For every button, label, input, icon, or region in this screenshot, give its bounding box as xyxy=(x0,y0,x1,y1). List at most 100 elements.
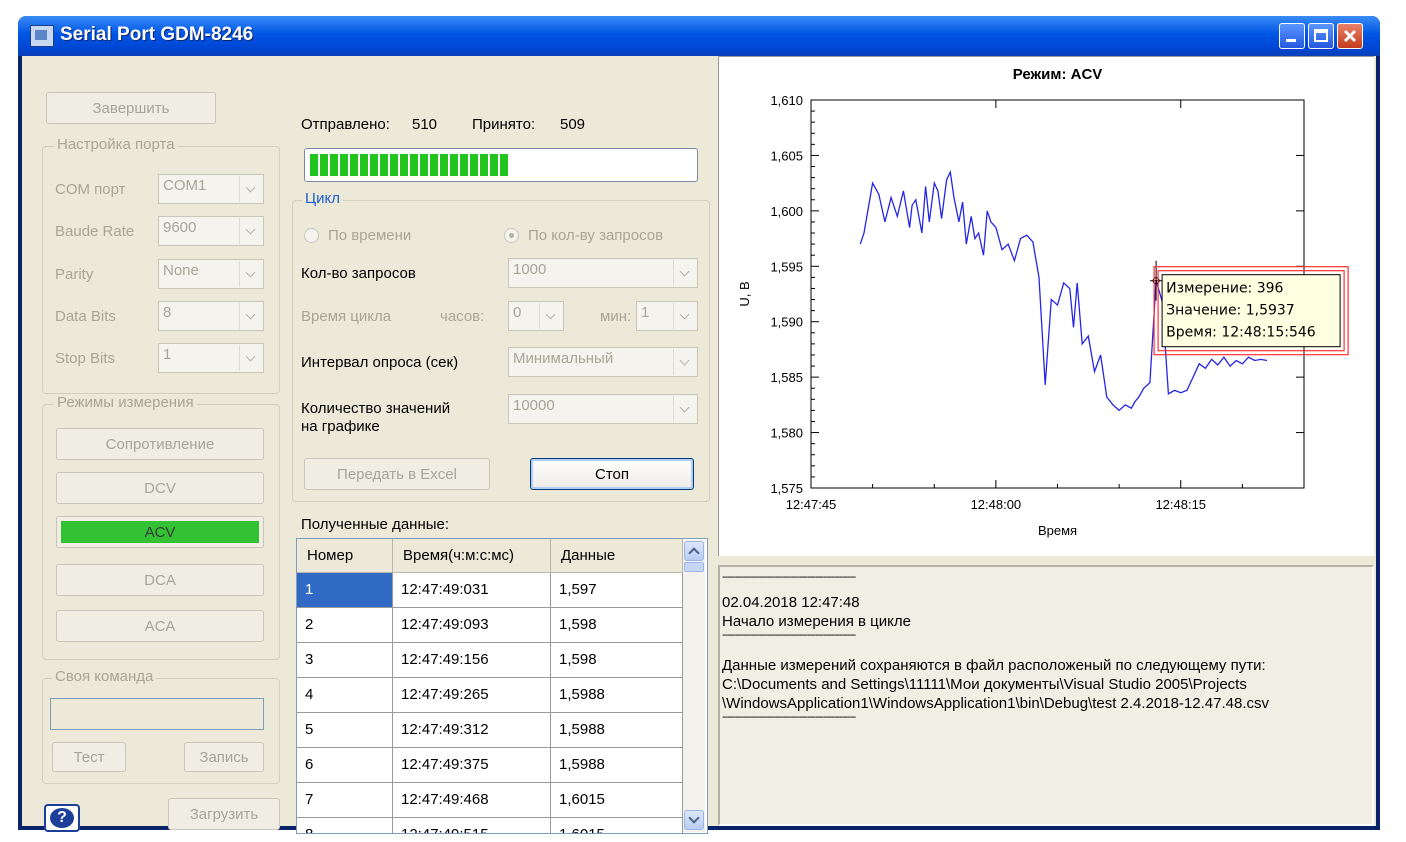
cell-time[interactable]: 12:47:49:468 xyxy=(393,783,551,818)
cell-data[interactable]: 1,598 xyxy=(551,643,683,678)
cell-data[interactable]: 1,5988 xyxy=(551,713,683,748)
parity-select[interactable]: None xyxy=(158,259,264,289)
com-port-select[interactable]: COM1 xyxy=(158,174,264,204)
cell-number[interactable]: 8 xyxy=(297,818,393,833)
mode-dca-button[interactable]: DCA xyxy=(56,564,264,596)
custom-command-input[interactable] xyxy=(50,698,264,730)
progress-segment xyxy=(430,154,438,176)
baud-rate-select[interactable]: 9600 xyxy=(158,216,264,246)
radio-by-count-label: По кол-ву запросов xyxy=(528,227,664,244)
parity-label: Parity xyxy=(55,266,94,283)
data-grid[interactable]: Номер Время(ч:м:с:мс) Данные 1 12:47:49:0… xyxy=(296,538,708,834)
stop-bits-select[interactable]: 1 xyxy=(158,343,264,373)
app-icon xyxy=(30,25,54,47)
cell-time[interactable]: 12:47:49:515 xyxy=(393,818,551,833)
column-header-number[interactable]: Номер xyxy=(297,539,393,573)
data-bits-select[interactable]: 8 xyxy=(158,301,264,331)
cell-data[interactable]: 1,6015 xyxy=(551,783,683,818)
log-separator: ----------------------------------------… xyxy=(722,711,856,723)
mode-aca-button[interactable]: ACA xyxy=(56,610,264,642)
scroll-up-icon[interactable] xyxy=(684,541,704,561)
cell-number[interactable]: 5 xyxy=(297,713,393,748)
requests-select[interactable]: 1000 xyxy=(508,258,698,288)
column-header-data[interactable]: Данные xyxy=(551,539,683,573)
mode-acv-button[interactable]: ACV xyxy=(56,516,264,548)
chevron-down-icon xyxy=(239,218,262,244)
chevron-down-icon xyxy=(239,261,262,287)
minimize-button[interactable] xyxy=(1279,23,1305,49)
cell-number[interactable]: 1 xyxy=(297,573,393,608)
grid-scrollbar[interactable] xyxy=(683,540,705,832)
cell-time[interactable]: 12:47:49:031 xyxy=(393,573,551,608)
requests-label: Кол-во запросов xyxy=(301,265,416,282)
cell-time[interactable]: 12:47:49:265 xyxy=(393,678,551,713)
progress-segment xyxy=(470,154,478,176)
scroll-down-icon[interactable] xyxy=(684,810,704,830)
y-tick-label: 1,585 xyxy=(770,370,803,385)
mode-acv-label: ACV xyxy=(144,524,176,541)
cell-number[interactable]: 7 xyxy=(297,783,393,818)
close-button[interactable] xyxy=(1337,23,1363,49)
cell-number[interactable]: 2 xyxy=(297,608,393,643)
chevron-down-icon xyxy=(239,303,262,329)
client-area: Завершить Настройка порта COM порт COM1 … xyxy=(22,56,1376,834)
title-bar[interactable]: Serial Port GDM-8246 xyxy=(18,16,1380,56)
radio-by-time[interactable] xyxy=(304,228,319,243)
x-tick-label: 12:47:45 xyxy=(786,497,837,512)
log-start: Начало измерения в цикле xyxy=(722,613,911,630)
cell-time[interactable]: 12:47:49:375 xyxy=(393,748,551,783)
progress-segment xyxy=(380,154,388,176)
cell-data[interactable]: 1,5988 xyxy=(551,678,683,713)
write-button[interactable]: Запись xyxy=(184,742,264,772)
export-excel-button[interactable]: Передать в Excel xyxy=(304,458,490,490)
progress-segment xyxy=(480,154,488,176)
log-path-line1: C:\Documents and Settings\11111\Мои доку… xyxy=(722,676,1247,693)
mode-resistance-button[interactable]: Сопротивление xyxy=(56,428,264,460)
cell-number[interactable]: 4 xyxy=(297,678,393,713)
cell-data[interactable]: 1,6015 xyxy=(551,818,683,833)
column-header-time[interactable]: Время(ч:м:с:мс) xyxy=(393,539,551,573)
y-tick-label: 1,595 xyxy=(770,259,803,274)
progress-segment xyxy=(400,154,408,176)
mode-dcv-button[interactable]: DCV xyxy=(56,472,264,504)
test-button[interactable]: Тест xyxy=(52,742,126,772)
log-separator: ----------------------------------------… xyxy=(722,571,856,583)
help-button[interactable]: ? xyxy=(44,804,80,832)
line-chart[interactable]: Режим: ACV Время U, В 1,610 1,605 1,600 1,595 1… xyxy=(719,57,1373,555)
y-axis-label: U, В xyxy=(737,281,752,306)
cell-data[interactable]: 1,598 xyxy=(551,608,683,643)
received-data-label: Полученные данные: xyxy=(301,516,450,533)
load-button[interactable]: Загрузить xyxy=(168,798,280,830)
cell-data[interactable]: 1,5988 xyxy=(551,748,683,783)
minimize-icon xyxy=(1286,39,1296,42)
cell-number[interactable]: 3 xyxy=(297,643,393,678)
interval-select[interactable]: Минимальный xyxy=(508,347,698,377)
tooltip-time: Время: 12:48:15:546 xyxy=(1166,325,1316,341)
cell-time[interactable]: 12:47:49:312 xyxy=(393,713,551,748)
y-tick-label: 1,605 xyxy=(770,148,803,163)
cell-time[interactable]: 12:47:49:093 xyxy=(393,608,551,643)
progress-segment xyxy=(310,154,318,176)
finish-button[interactable]: Завершить xyxy=(46,92,216,124)
minutes-select[interactable]: 1 xyxy=(636,301,698,331)
cell-data[interactable]: 1,597 xyxy=(551,573,683,608)
points-label-line1: Количество значений xyxy=(301,400,451,417)
stop-button[interactable]: Стоп xyxy=(530,458,694,490)
radio-by-count[interactable] xyxy=(504,228,519,243)
custom-command-legend: Своя команда xyxy=(52,668,157,685)
progress-segment xyxy=(490,154,498,176)
maximize-button[interactable] xyxy=(1308,23,1334,49)
window-title: Serial Port GDM-8246 xyxy=(60,24,254,45)
log-panel[interactable]: ----------------------------------------… xyxy=(718,565,1374,826)
points-select[interactable]: 10000 xyxy=(508,394,698,424)
cell-time[interactable]: 12:47:49:156 xyxy=(393,643,551,678)
cell-number[interactable]: 6 xyxy=(297,748,393,783)
progress-segment xyxy=(390,154,398,176)
received-count-label: Принято: xyxy=(472,116,536,133)
interval-label: Интервал опроса (сек) xyxy=(301,354,459,371)
hours-label: часов: xyxy=(440,308,485,325)
scroll-thumb[interactable] xyxy=(684,562,704,572)
hours-select[interactable]: 0 xyxy=(508,301,564,331)
chevron-down-icon xyxy=(673,349,696,375)
log-path-line2: \WindowsApplication1\WindowsApplication1… xyxy=(722,695,1269,712)
